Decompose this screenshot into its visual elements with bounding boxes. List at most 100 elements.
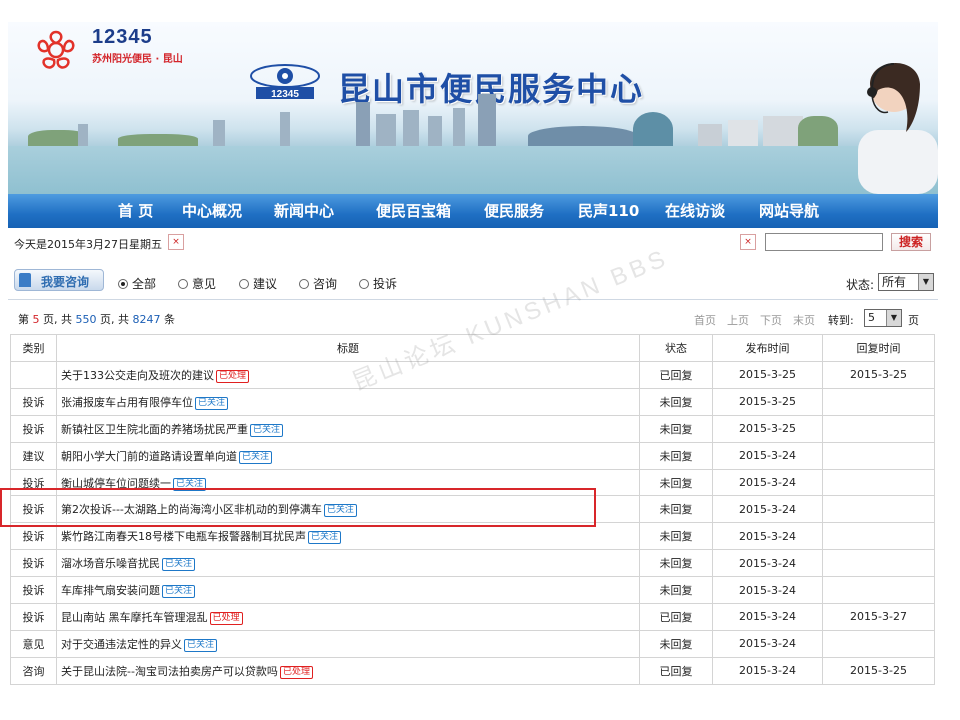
status-cell: 未回复 bbox=[639, 414, 713, 443]
call-center-agent-image bbox=[858, 62, 938, 194]
title-cell[interactable]: 对于交通违法定性的异义 已关注 bbox=[56, 629, 640, 658]
search-button[interactable]: 搜索 bbox=[891, 233, 931, 251]
replied-cell: 2015-3-27 bbox=[822, 603, 935, 631]
title-link[interactable]: 朝阳小学大门前的道路请设置单向道 bbox=[61, 450, 237, 463]
title-link[interactable]: 对于交通违法定性的异义 bbox=[61, 638, 182, 651]
title-link[interactable]: 关于133公交走向及班次的建议 bbox=[61, 369, 214, 382]
title-cell[interactable]: 关于昆山法院--淘宝司法拍卖房产可以贷款吗 已处理 bbox=[56, 656, 640, 685]
category-cell bbox=[10, 361, 57, 389]
table-row[interactable]: 意见 对于交通违法定性的异义 已关注 未回复 2015-3-24 bbox=[10, 629, 935, 658]
table-row[interactable]: 投诉 车库排气扇安装问题 已关注 未回复 2015-3-24 bbox=[10, 576, 935, 605]
published-cell: 2015-3-24 bbox=[712, 495, 823, 524]
status-cell: 未回复 bbox=[639, 387, 713, 416]
published-cell: 2015-3-24 bbox=[712, 603, 823, 631]
nav-item-toolbox[interactable]: 便民百宝箱 bbox=[376, 194, 484, 228]
title-cell[interactable]: 新镇社区卫生院北面的养猪场扰民严重 已关注 bbox=[56, 414, 640, 443]
pagination-bar: 第 5 页, 共 550 页, 共 8247 条 首页 上页 下页 末页 转到:… bbox=[8, 303, 938, 333]
followed-badge: 已关注 bbox=[195, 396, 229, 410]
goto-suffix: 页 bbox=[908, 314, 919, 327]
nav-item-voice110[interactable]: 民声110 bbox=[578, 194, 665, 228]
title-cell[interactable]: 车库排气扇安装问题 已关注 bbox=[56, 576, 640, 605]
title-cell[interactable]: 昆山南站 黑车摩托车管理混乱 已处理 bbox=[56, 603, 640, 631]
status-select[interactable]: 所有 ▼ bbox=[878, 273, 934, 291]
nav-item-news[interactable]: 新闻中心 bbox=[274, 194, 376, 228]
status-cell: 未回复 bbox=[639, 549, 713, 578]
broken-image-icon: × bbox=[740, 234, 756, 250]
processed-badge: 已处理 bbox=[216, 369, 250, 383]
next-page-link[interactable]: 下页 bbox=[760, 312, 782, 328]
highlight-box bbox=[0, 488, 596, 527]
nav-item-services[interactable]: 便民服务 bbox=[484, 194, 578, 228]
filter-bar: 我要咨询 全部 意见 建议 咨询 投诉 状态: 所有 ▼ bbox=[8, 260, 938, 300]
followed-badge: 已关注 bbox=[184, 638, 218, 652]
replied-cell: 2015-3-25 bbox=[822, 656, 935, 685]
published-cell: 2015-3-24 bbox=[712, 549, 823, 578]
title-link[interactable]: 昆山南站 黑车摩托车管理混乱 bbox=[61, 611, 208, 624]
consult-button[interactable]: 我要咨询 bbox=[14, 269, 104, 291]
table-row[interactable]: 投诉 新镇社区卫生院北面的养猪场扰民严重 已关注 未回复 2015-3-25 bbox=[10, 414, 935, 443]
published-cell: 2015-3-25 bbox=[712, 361, 823, 389]
table-row[interactable]: 投诉 昆山南站 黑车摩托车管理混乱 已处理 已回复 2015-3-24 2015-3-27 bbox=[10, 603, 935, 631]
radio-inquiry[interactable]: 咨询 bbox=[299, 275, 337, 292]
last-page-link[interactable]: 末页 bbox=[793, 312, 815, 328]
title-link[interactable]: 关于昆山法院--淘宝司法拍卖房产可以贷款吗 bbox=[61, 665, 278, 678]
processed-badge: 已处理 bbox=[279, 665, 313, 679]
nav-item-home[interactable]: 首 页 bbox=[118, 194, 182, 228]
column-header: 发布时间 bbox=[712, 334, 823, 362]
date-bar: 今天是2015年3月27日星期五 × × 搜索 bbox=[8, 230, 938, 256]
replied-cell bbox=[822, 387, 935, 416]
title-cell[interactable]: 关于133公交走向及班次的建议 已处理 bbox=[56, 361, 640, 389]
radio-all[interactable]: 全部 bbox=[118, 275, 156, 292]
chevron-down-icon: ▼ bbox=[886, 310, 901, 326]
published-cell: 2015-3-25 bbox=[712, 414, 823, 443]
title-cell[interactable]: 张浦报废车占用有限停车位 已关注 bbox=[56, 387, 640, 416]
goto-label: 转到: bbox=[828, 314, 854, 327]
today-date: 今天是2015年3月27日星期五 bbox=[14, 238, 162, 251]
table-row[interactable]: 咨询 关于昆山法院--淘宝司法拍卖房产可以贷款吗 已处理 已回复 2015-3-24 20… bbox=[10, 656, 935, 685]
published-cell: 2015-3-24 bbox=[712, 522, 823, 551]
radio-suggestion[interactable]: 建议 bbox=[239, 275, 277, 292]
status-filter-label: 状态: bbox=[846, 278, 875, 292]
search-input[interactable] bbox=[765, 233, 883, 251]
broken-image-icon: × bbox=[168, 234, 184, 250]
followed-badge: 已关注 bbox=[162, 585, 196, 599]
category-cell: 投诉 bbox=[10, 414, 57, 443]
table-row[interactable]: 建议 朝阳小学大门前的道路请设置单向道 已关注 未回复 2015-3-24 bbox=[10, 441, 935, 470]
published-cell: 2015-3-25 bbox=[712, 387, 823, 416]
category-cell: 意见 bbox=[10, 629, 57, 658]
prev-page-link[interactable]: 上页 bbox=[727, 312, 749, 328]
status-cell: 未回复 bbox=[639, 522, 713, 551]
replied-cell bbox=[822, 441, 935, 470]
replied-cell bbox=[822, 522, 935, 551]
logo-tagline: 苏州阳光便民 · 昆山 bbox=[92, 54, 183, 65]
logo-number: 12345 bbox=[92, 26, 153, 48]
radio-complaint[interactable]: 投诉 bbox=[359, 275, 397, 292]
category-cell: 投诉 bbox=[10, 387, 57, 416]
title-link[interactable]: 溜冰场音乐噪音扰民 bbox=[61, 557, 160, 570]
table-row[interactable]: 投诉 张浦报废车占用有限停车位 已关注 未回复 2015-3-25 bbox=[10, 387, 935, 416]
sunflower-logo-icon bbox=[37, 30, 75, 69]
status-cell: 未回复 bbox=[639, 629, 713, 658]
published-cell: 2015-3-24 bbox=[712, 441, 823, 470]
nav-item-sitemap[interactable]: 网站导航 bbox=[759, 194, 839, 228]
table-row[interactable]: 关于133公交走向及班次的建议 已处理 已回复 2015-3-25 2015-3-25 bbox=[10, 361, 935, 389]
followed-badge: 已关注 bbox=[250, 423, 284, 437]
status-cell: 已回复 bbox=[639, 603, 713, 631]
title-cell[interactable]: 溜冰场音乐噪音扰民 已关注 bbox=[56, 549, 640, 578]
category-cell: 建议 bbox=[10, 441, 57, 470]
table-row[interactable]: 投诉 溜冰场音乐噪音扰民 已关注 未回复 2015-3-24 bbox=[10, 549, 935, 578]
first-page-link[interactable]: 首页 bbox=[694, 312, 716, 328]
title-link[interactable]: 新镇社区卫生院北面的养猪场扰民严重 bbox=[61, 423, 248, 436]
category-cell: 投诉 bbox=[10, 549, 57, 578]
title-cell[interactable]: 朝阳小学大门前的道路请设置单向道 已关注 bbox=[56, 441, 640, 470]
nav-item-about[interactable]: 中心概况 bbox=[182, 194, 274, 228]
radio-opinion[interactable]: 意见 bbox=[178, 275, 216, 292]
main-nav: 首 页 中心概况 新闻中心 便民百宝箱 便民服务 民声110 在线访谈 网站导航 bbox=[8, 194, 938, 228]
page-select[interactable]: 5 ▼ bbox=[864, 309, 902, 327]
title-link[interactable]: 车库排气扇安装问题 bbox=[61, 584, 160, 597]
title-link[interactable]: 紫竹路江南春天18号楼下电瓶车报警器制耳扰民声 bbox=[61, 530, 306, 543]
column-header: 标题 bbox=[56, 334, 640, 362]
title-link[interactable]: 张浦报废车占用有限停车位 bbox=[61, 396, 193, 409]
published-cell: 2015-3-24 bbox=[712, 468, 823, 497]
nav-item-interview[interactable]: 在线访谈 bbox=[665, 194, 759, 228]
